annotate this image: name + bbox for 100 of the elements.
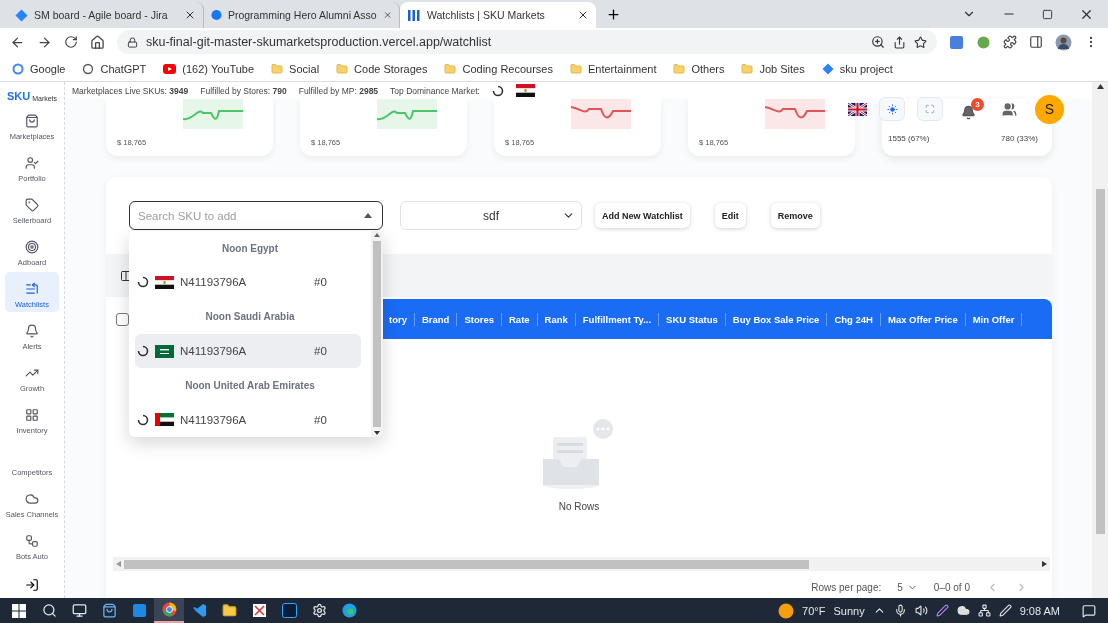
forward-icon[interactable] [37,34,52,50]
group-heading: Noon Saudi Arabia [204,310,296,325]
new-tab-icon[interactable] [606,7,621,22]
empty-message: No Rows [558,500,600,512]
network-icon[interactable] [977,604,991,617]
gear-icon[interactable] [311,603,327,618]
star-icon[interactable] [914,35,927,49]
list-star-icon [25,282,39,296]
columns-icon[interactable] [120,269,132,282]
scroll-down-icon[interactable] [374,431,380,435]
app-icon[interactable] [131,603,147,618]
store-icon[interactable] [101,603,117,618]
action-button[interactable]: Add New Watchlist [595,203,690,228]
spinner-icon [137,345,149,358]
rows-per-page-select[interactable]: 5 [897,581,918,593]
stat-text: Marketplaces Live SKUs: 3949 [72,85,189,96]
address-bar[interactable]: sku-final-git-master-skumarketsproduction.vercel.app/watchlist [117,30,937,54]
reload-icon[interactable] [64,35,78,49]
column-header[interactable]: Chg 24H [827,312,881,326]
code-editor-icon[interactable] [191,603,207,618]
notification-icon[interactable] [1082,603,1096,618]
cloud-icon [25,492,39,506]
edge-icon[interactable] [341,603,357,618]
dropdown-option[interactable]: N41193796A #0 [135,402,361,437]
task-view-icon[interactable] [71,603,87,618]
bookmark[interactable]: Coding Recourses [444,62,553,75]
bookmark[interactable]: Entertainment [569,62,657,75]
clock: 9:08 AM [1019,604,1060,617]
bookmark[interactable]: Google [12,62,66,75]
share-icon[interactable] [893,35,906,49]
bookmark[interactable]: (162) YouTube [163,62,255,75]
cloud-icon[interactable] [956,604,970,617]
column-header[interactable]: Brand [414,312,458,326]
close-icon[interactable] [577,9,589,21]
close-icon[interactable] [184,9,196,21]
snip-icon[interactable] [251,603,267,618]
column-header[interactable]: tory [382,312,415,326]
sparkline-drawing [571,99,631,129]
search-icon[interactable] [41,603,57,618]
column-header[interactable]: Min Offer [965,312,1023,326]
bookmark[interactable]: ChatGPT [82,62,147,75]
back-icon[interactable] [10,34,25,50]
sparkline-drawing [765,99,825,129]
flag-icon [155,413,174,427]
sparkline-drawing [183,99,243,129]
extension-icon[interactable] [976,34,991,50]
notifications-button[interactable]: 3 [961,98,984,120]
action-button[interactable]: Edit [714,203,746,228]
group-heading: Noon Egypt [220,241,280,256]
watchlist-select[interactable]: sdf [400,201,582,230]
tag-icon [25,198,39,212]
bookmark[interactable]: Job Sites [741,62,805,75]
knot-icon [82,62,95,75]
import-icon[interactable] [25,578,39,592]
mic-icon[interactable] [893,604,907,617]
home-icon[interactable] [90,34,105,50]
bookmark[interactable]: Social [271,62,320,75]
scroll-up-icon[interactable] [1096,84,1104,89]
column-header[interactable]: Max Offer Price [880,312,966,326]
bookmark[interactable]: Code Storages [336,62,428,75]
windows-icon [12,603,26,618]
play-icon [163,63,177,74]
action-button[interactable]: Remove [770,203,820,228]
zoom-icon[interactable] [871,35,885,49]
folder-icon[interactable] [221,603,237,618]
pen-icon[interactable] [935,604,949,617]
column-header[interactable]: Rank [537,312,576,326]
column-header[interactable]: Fulfillment Ty... [575,312,660,326]
puzzle-icon[interactable] [1003,35,1017,49]
column-header[interactable]: SKU Status [659,312,726,326]
users-icon[interactable] [1002,101,1017,117]
browser-tab[interactable]: Watchlists | SKU Markets [400,2,596,28]
dropdown-option[interactable]: N41193796A #0 [135,334,361,369]
column-header[interactable]: Buy Box Sale Price [725,312,828,326]
column-header[interactable]: Rate [502,312,538,326]
scroll-thumb[interactable] [373,241,381,427]
flag-icon [155,344,174,358]
scroll-thumb[interactable] [124,559,809,569]
target-icon [25,240,39,254]
scroll-up-icon[interactable] [374,233,380,237]
speaker-icon[interactable] [914,604,928,617]
dropdown-option[interactable]: N41193796A #0 [135,265,361,300]
grid-icon [25,408,39,422]
caret-up-icon[interactable] [364,213,372,218]
side-panel-icon[interactable] [1029,35,1043,49]
restore-icon[interactable] [1042,8,1053,20]
theme-button[interactable] [879,97,905,121]
browser-icon[interactable] [161,602,177,617]
checkbox[interactable] [116,312,129,326]
stat-text: Fulfilled by MP: 2985 [298,85,379,96]
profile-avatar[interactable] [1055,33,1072,51]
bookmark[interactable]: Others [673,62,725,75]
scroll-right-icon[interactable] [1042,561,1047,567]
photo-editor-icon[interactable] [281,603,297,618]
bookmark[interactable]: sku project [821,62,893,75]
g-icon [12,62,24,75]
scroll-thumb[interactable] [1095,189,1105,534]
search-field[interactable]: Search SKU to add [129,201,383,230]
column-header[interactable]: Stores [457,312,502,326]
translate-icon[interactable] [949,34,964,50]
